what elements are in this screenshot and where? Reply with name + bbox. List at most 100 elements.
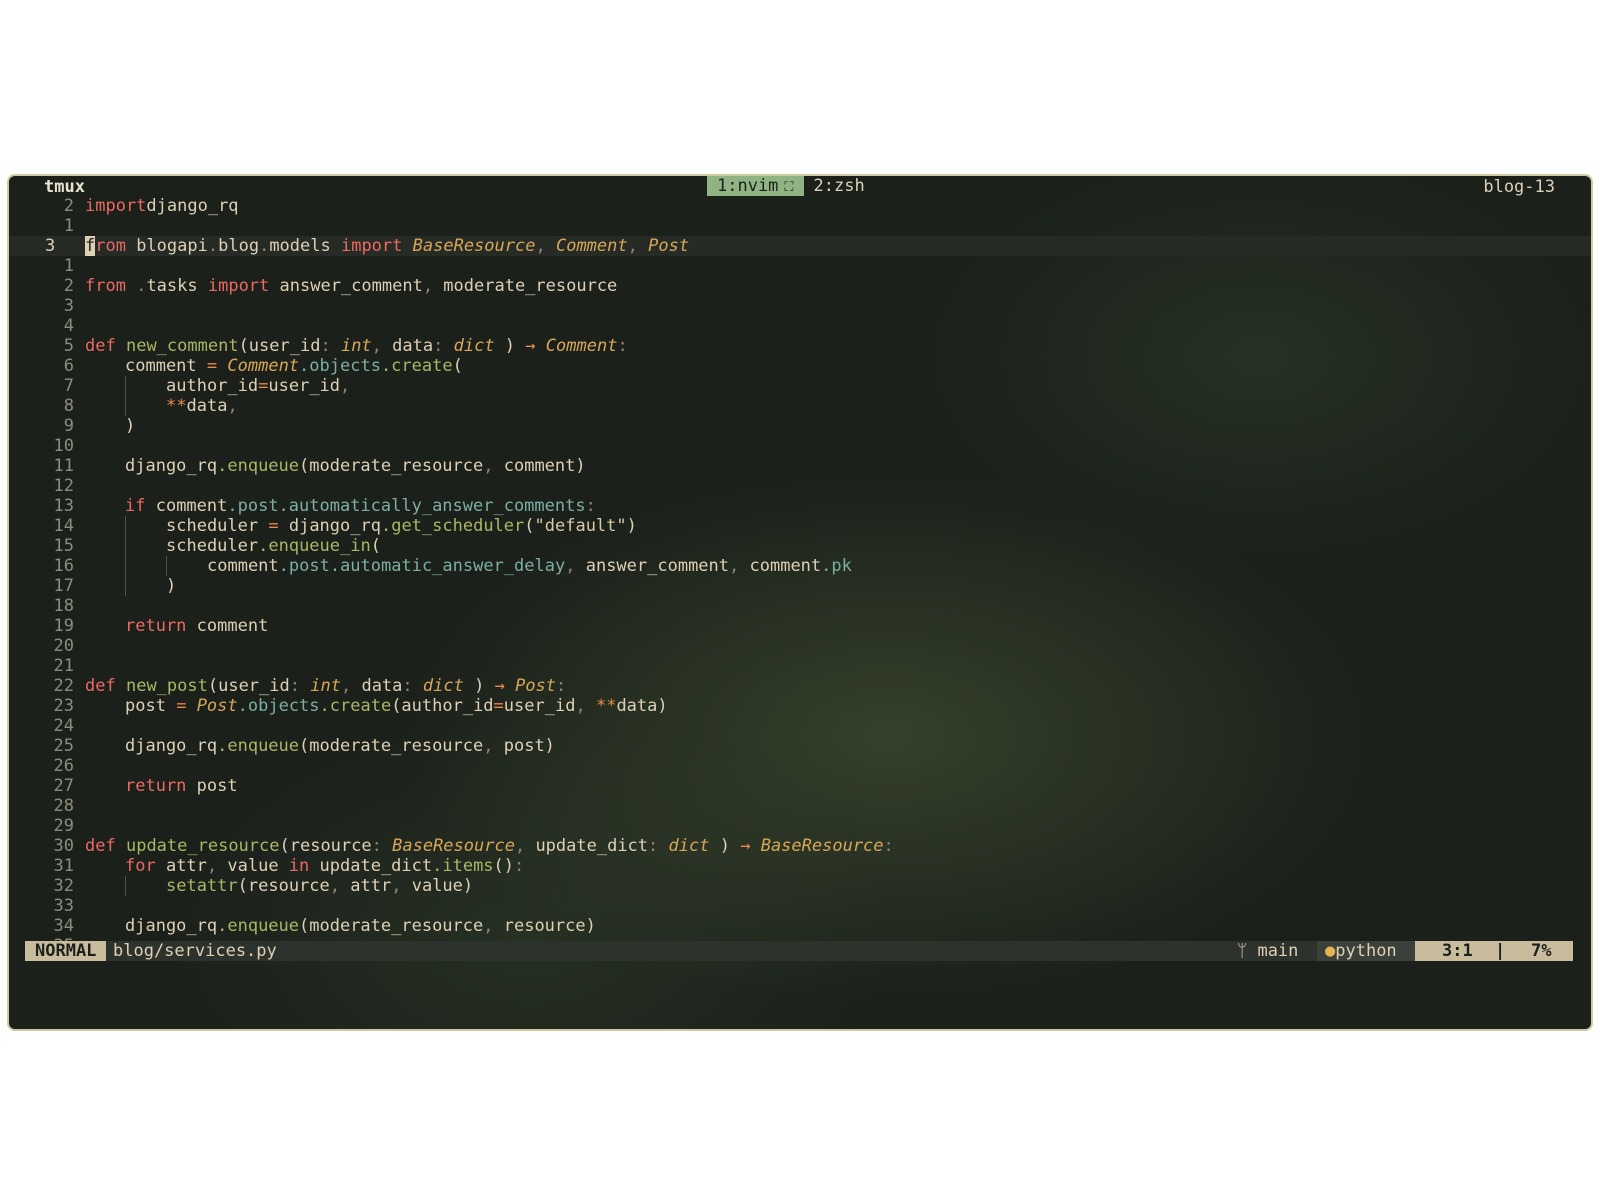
- code-text: if comment.post.automatically_answer_com…: [85, 496, 596, 516]
- tab-label: 1:nvim: [717, 176, 779, 196]
- code-line[interactable]: 31 for attr, value in update_dict.items()…: [9, 856, 1591, 876]
- code-token: .create: [319, 696, 392, 716]
- code-line[interactable]: 2 from .tasks import answer_comment, mode…: [9, 276, 1591, 296]
- code-line[interactable]: 30 def update_resource(resource: BaseReso…: [9, 836, 1591, 856]
- code-line[interactable]: 9): [9, 416, 1591, 436]
- code-text: author_id=user_id,: [85, 376, 350, 396]
- code-line[interactable]: 26: [9, 756, 1591, 776]
- python-icon: ●: [1325, 941, 1336, 961]
- code-line[interactable]: 23 post = Post.objects.create(author_id=u…: [9, 696, 1591, 716]
- code-line[interactable]: 17): [9, 576, 1591, 596]
- line-number: 5: [63, 336, 74, 356]
- code-line[interactable]: 5 def new_comment(user_id: int, data: dic…: [9, 336, 1591, 356]
- code-token: answer_comment: [269, 276, 423, 296]
- code-token: =: [176, 696, 187, 716]
- code-token: attr: [340, 876, 392, 896]
- code-token: Post: [196, 696, 238, 716]
- code-text: setattr(resource, attr, value): [85, 876, 473, 896]
- line-number: 1: [63, 256, 74, 276]
- nvim-statusline: NORMAL blog/services.py ᛘ main ●python 3…: [25, 941, 1573, 961]
- code-line[interactable]: 24: [9, 716, 1591, 736]
- code-line[interactable]: 18: [9, 596, 1591, 616]
- tmux-label: tmux: [44, 177, 85, 197]
- code-line[interactable]: 7 author_id=user_id,: [9, 376, 1591, 396]
- code-line[interactable]: 20: [9, 636, 1591, 656]
- indent-guide: [85, 916, 125, 936]
- code-line[interactable]: 8 **data,: [9, 396, 1591, 416]
- line-number: 21: [53, 656, 74, 676]
- code-token: update_resource: [125, 836, 280, 856]
- code-line[interactable]: 6 comment = Comment.objects.create(: [9, 356, 1591, 376]
- indent-guide: [85, 396, 125, 416]
- tmux-window-tab-nvim[interactable]: 1:nvim ⛶: [707, 176, 804, 196]
- code-line[interactable]: 16 comment.post.automatic_answer_delay, a…: [9, 556, 1591, 576]
- code-token: setattr: [166, 876, 238, 896]
- code-token: :: [289, 676, 300, 696]
- code-token: data: [351, 676, 403, 696]
- code-line[interactable]: 14 scheduler = django_rq.get_scheduler("d…: [9, 516, 1591, 536]
- tab-label: 2:zsh: [813, 176, 865, 196]
- code-token: update_dict: [309, 856, 433, 876]
- indent-guide: [85, 536, 125, 556]
- code-token: (moderate_resource: [299, 736, 484, 756]
- code-line[interactable]: 4: [9, 316, 1591, 336]
- code-line[interactable]: 28: [9, 796, 1591, 816]
- code-editor[interactable]: 2 importdjango_rq 1 3 from blogapi.blog.mode…: [9, 196, 1591, 956]
- line-number: 4: [63, 316, 74, 336]
- code-token: django_rq: [125, 916, 218, 936]
- file-name: blog/services.py: [113, 941, 277, 961]
- code-token: comment: [739, 556, 822, 576]
- line-number: 7: [63, 376, 74, 396]
- code-token: import: [85, 196, 147, 216]
- line-number: 30: [53, 836, 74, 856]
- tmux-window-tab-zsh[interactable]: 2:zsh: [804, 176, 875, 196]
- code-line[interactable]: 15 scheduler.enqueue_in(: [9, 536, 1591, 556]
- code-line[interactable]: 33: [9, 896, 1591, 916]
- code-line[interactable]: 27 return post: [9, 776, 1591, 796]
- code-line[interactable]: 12: [9, 476, 1591, 496]
- code-line-current[interactable]: 3 from blogapi.blog.models import BaseRes…: [9, 236, 1591, 256]
- code-line[interactable]: 1: [9, 256, 1591, 276]
- code-token: :: [433, 336, 444, 356]
- code-token: ): [125, 416, 136, 436]
- line-number: 17: [53, 576, 74, 596]
- code-token: (moderate_resource: [299, 456, 484, 476]
- indent-guide: [85, 576, 125, 596]
- code-token: ,: [206, 856, 218, 876]
- code-token: Post: [515, 676, 557, 696]
- code-token: .: [207, 236, 219, 256]
- code-token: **: [595, 696, 617, 716]
- code-line[interactable]: 13 if comment.post.automatically_answer_c…: [9, 496, 1591, 516]
- code-token: :: [617, 336, 628, 356]
- code-token: ,: [483, 736, 494, 756]
- cursor-position: 3:1 | 7%: [1415, 941, 1573, 961]
- code-token: ,: [340, 676, 352, 696]
- code-line[interactable]: 3: [9, 296, 1591, 316]
- code-line[interactable]: 11 django_rq.enqueue(moderate_resource, c…: [9, 456, 1591, 476]
- code-line[interactable]: 1: [9, 216, 1591, 236]
- scroll-percent: 7%: [1531, 941, 1552, 961]
- indent-guide: [85, 376, 125, 396]
- git-branch: ᛘ main: [1237, 941, 1298, 961]
- code-line[interactable]: 29: [9, 816, 1591, 836]
- code-line[interactable]: 19 return comment: [9, 616, 1591, 636]
- code-line[interactable]: 2 importdjango_rq: [9, 196, 1591, 216]
- code-text: django_rq.enqueue(moderate_resource, res…: [85, 916, 596, 936]
- code-line[interactable]: 25 django_rq.enqueue(moderate_resource, p…: [9, 736, 1591, 756]
- code-token: :: [648, 836, 659, 856]
- code-line[interactable]: 22 def new_post(user_id: int, data: dict …: [9, 676, 1591, 696]
- code-line[interactable]: 34 django_rq.enqueue(moderate_resource, r…: [9, 916, 1591, 936]
- code-line[interactable]: 10: [9, 436, 1591, 456]
- code-token: .objects: [299, 356, 381, 376]
- code-token: ,: [627, 236, 638, 256]
- code-line[interactable]: 32 setattr(resource, attr, value): [9, 876, 1591, 896]
- code-token: Comment: [545, 336, 618, 356]
- code-token: for: [125, 856, 156, 876]
- line-number: 8: [63, 396, 74, 416]
- code-line[interactable]: 21: [9, 656, 1591, 676]
- code-token: ,: [340, 376, 351, 396]
